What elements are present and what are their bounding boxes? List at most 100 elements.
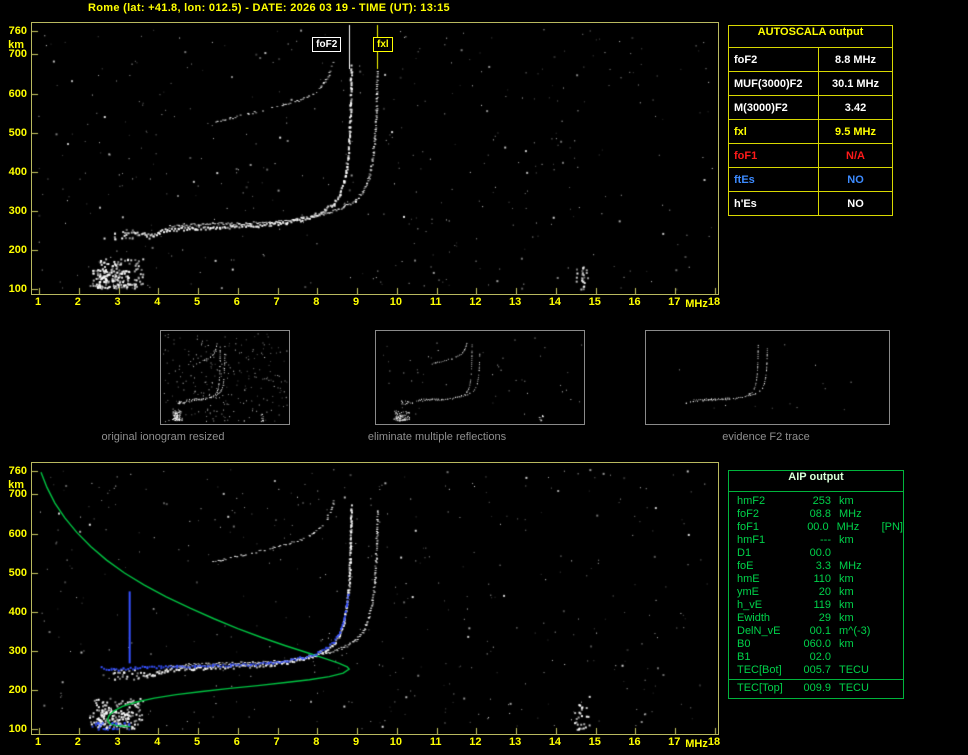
aip-row-note [879,573,903,586]
x-axis-tick-label: 8 [313,736,320,748]
x-axis-tick-label: 1 [34,296,42,308]
x-axis-tick-label: 7 [273,296,280,308]
x-axis-tick-label: 6 [233,736,240,748]
x-axis-tick-label: 6 [233,296,240,308]
autoscala-row-value: NO [847,197,864,210]
autoscala-app-window: Rome (lat: +41.8, lon: 012.5) - DATE: 20… [0,0,968,755]
foF2-marker-label: foF2 [312,37,342,52]
y-axis-unit-label: km [8,39,24,51]
station-date-time-title: Rome (lat: +41.8, lon: 012.5) - DATE: 20… [88,2,450,14]
x-axis-tick-label: 10 [389,736,402,748]
autoscala-table-body: foF2 8.8 MHz MUF(3000)F2 30.1 MHz M(3000)F2 3… [729,48,892,215]
x-axis-tick-label: 14 [548,296,562,308]
autoscala-table-row: MUF(3000)F2 30.1 MHz [729,72,892,96]
x-axis-tick-label: 5 [193,296,201,308]
y-axis-tick-label: 600 [8,527,27,540]
aip-row-label: hmF1 [737,534,766,546]
aip-row-unit [831,547,879,560]
x-axis-tick-label: 12 [469,736,482,748]
aip-row-unit [831,651,879,664]
x-axis-tick-label: 17 [668,296,681,308]
aip-row-value: 00.0 [807,521,829,533]
aip-table-row: hmE 110 km [729,573,903,586]
thumbnail-f2-trace-canvas [646,331,889,424]
aip-row-label: ymE [737,586,759,598]
aip-row-unit: TECU [839,682,869,694]
aip-row-label: Ewidth [737,612,771,624]
x-axis-tick-label: 2 [74,296,81,308]
aip-table-row: Ewidth 29 km [729,612,903,625]
aip-row-label: TEC[Bot] [737,664,782,676]
bottom-ionogram-y-axis: 760 700 600 500 400 300 200 100 km [0,462,29,735]
x-axis-tick-label: 7 [273,736,280,748]
aip-table-row: foF2 08.8 MHz [729,508,903,521]
y-axis-tick-label: 500 [8,566,27,579]
aip-row-label: h_vE [737,599,763,611]
top-ionogram-x-axis: 1 2 3 4 5 6 7 8 9 10 11 12 13 14 15 16 17 18 MHz [31,294,741,310]
top-ionogram-plot: foF2 fxl [31,22,719,295]
aip-row-value: 3.3 [815,560,831,572]
x-axis-tick-label: 11 [429,736,442,748]
y-axis-unit-label: km [8,479,24,491]
aip-row-value: 110 [813,573,831,585]
x-axis-tick-label: 16 [628,296,641,308]
aip-row-note [879,508,903,521]
bottom-ionogram-x-axis: 1 2 3 4 5 6 7 8 9 10 11 12 13 14 15 16 17 18 MHz [31,734,741,750]
aip-row-label: B1 [737,651,751,663]
top-ionogram-y-axis: 760 700 600 500 400 300 200 100 km [0,22,29,295]
aip-row-unit: km [839,638,854,650]
aip-row-unit: km [839,495,854,507]
thumbnail-multiple-reflections-canvas [376,331,584,424]
aip-row-value: 253 [812,495,831,507]
aip-row-value: 08.8 [809,508,831,520]
x-axis-tick-label: 11 [429,296,442,308]
aip-row-label: foF1 [737,521,760,533]
aip-row-note [879,682,903,695]
aip-output-table: AIP output hmF2 253 km foF2 08.8 MHz foF1 00.0 M… [728,470,904,699]
autoscala-table-row: M(3000)F2 3.42 [729,96,892,120]
aip-table-row: DelN_vE 00.1 m^(-3) [729,625,903,638]
x-axis-tick-label: 4 [154,736,161,748]
y-axis-tick-label: 100 [8,723,27,735]
aip-row-label: foF2 [737,508,760,520]
aip-table-row: h_vE 119 km [729,599,903,612]
aip-row-unit: TECU [839,664,869,676]
aip-table-row: D1 00.0 [729,547,903,560]
aip-row-value: 00.0 [809,547,831,559]
x-axis-tick-label: 18 [707,296,721,308]
bottom-ionogram-plot [31,462,719,735]
autoscala-row-label: foF1 [729,144,819,167]
aip-row-unit: m^(-3) [839,625,871,637]
x-axis-tick-label: 9 [353,296,360,308]
aip-row-note: [PN] [881,521,903,533]
aip-row-note [879,625,903,638]
aip-row-note [879,664,903,677]
x-axis-tick-label: 17 [668,736,681,748]
autoscala-row-value: 8.8 MHz [835,53,876,66]
y-axis-tick-label: 200 [8,243,27,256]
x-axis-tick-label: 2 [74,736,81,748]
aip-row-unit: km [839,612,854,624]
y-axis-tick-label: 760 [8,465,27,477]
thumbnail-multiple-reflections-removed [375,330,585,425]
y-axis-tick-label: 300 [8,644,27,657]
autoscala-row-value: 30.1 MHz [831,77,880,90]
aip-row-note [879,495,903,508]
x-axis-tick-label: 1 [34,736,42,748]
x-axis-tick-label: 14 [548,736,562,748]
y-axis-tick-label: 400 [8,605,27,618]
aip-table-row: TEC[Bot] 005.7 TECU [729,664,903,677]
fxl-marker-label: fxl [373,37,393,52]
aip-row-note [879,560,903,573]
autoscala-table-row: foF2 8.8 MHz [729,48,892,72]
aip-row-label: foE [737,560,754,572]
aip-row-value: 119 [813,599,831,611]
autoscala-row-value: NO [847,173,864,186]
aip-row-value: 29 [818,612,831,624]
thumbnail-caption-original: original ionogram resized [101,431,225,443]
aip-table-row: B1 02.0 [729,651,903,664]
aip-row-unit: km [839,573,854,585]
autoscala-row-label: h'Es [729,192,819,215]
aip-table-row: foF1 00.0 MHz [PN] [729,521,903,534]
x-axis-tick-label: 15 [588,296,601,308]
